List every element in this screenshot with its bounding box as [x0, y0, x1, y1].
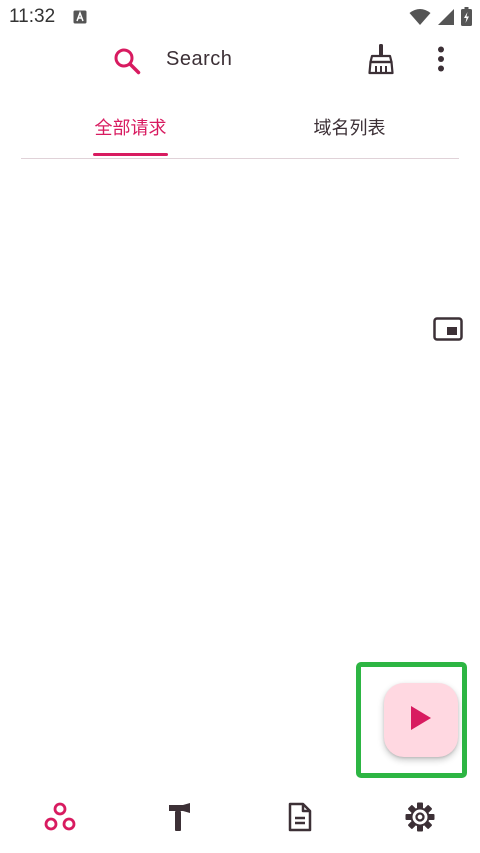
nav-item-logs[interactable]: [240, 794, 360, 844]
play-icon: [410, 705, 432, 735]
hammer-icon: [167, 802, 193, 836]
bottom-navigation: [0, 790, 480, 853]
more-options-button[interactable]: [424, 42, 458, 80]
status-icons: [409, 7, 472, 30]
document-icon: [288, 802, 312, 836]
pip-button[interactable]: [430, 316, 466, 346]
status-bar: 11:32: [0, 0, 480, 34]
tab-label: 域名列表: [313, 118, 386, 139]
wifi-icon: [409, 8, 431, 30]
top-app-bar: Search: [0, 34, 480, 90]
clear-button[interactable]: [362, 42, 400, 80]
nav-item-tools[interactable]: [120, 794, 240, 844]
text-notification-icon: [73, 9, 87, 28]
more-vert-icon: [437, 46, 445, 76]
search-field[interactable]: Search: [166, 48, 232, 71]
search-icon[interactable]: [112, 46, 142, 80]
signal-icon: [437, 8, 455, 30]
status-time: 11:32: [9, 6, 56, 27]
tab-domain-list[interactable]: 域名列表: [240, 98, 459, 156]
tab-label: 全部请求: [94, 118, 167, 139]
picture-in-picture-icon: [433, 317, 463, 345]
gear-icon: [405, 802, 435, 836]
battery-charging-icon: [461, 7, 472, 30]
tab-indicator: [93, 153, 168, 156]
network-nodes-icon: [44, 802, 76, 836]
nav-item-network[interactable]: [0, 794, 120, 844]
broom-icon: [366, 43, 396, 79]
start-capture-button[interactable]: [384, 683, 458, 757]
tab-bar: 全部请求 域名列表: [21, 98, 459, 159]
tab-all-requests[interactable]: 全部请求: [21, 98, 240, 156]
nav-item-settings[interactable]: [360, 794, 480, 844]
